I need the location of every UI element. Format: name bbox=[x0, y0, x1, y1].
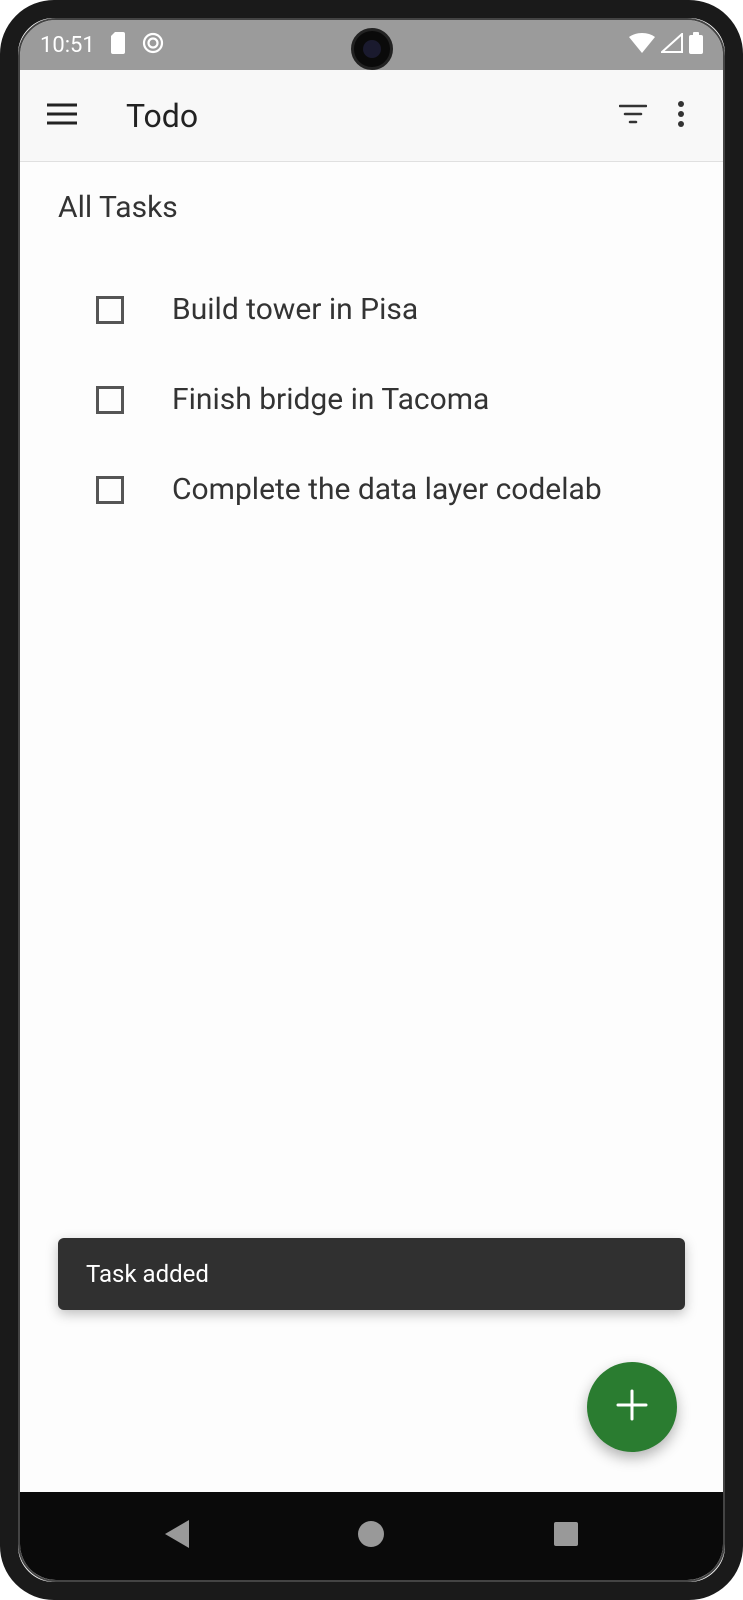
task-checkbox[interactable] bbox=[96, 476, 124, 504]
sd-card-icon bbox=[109, 32, 127, 58]
task-label: Complete the data layer codelab bbox=[172, 469, 602, 511]
home-button[interactable] bbox=[347, 1512, 395, 1560]
app-bar: Todo bbox=[20, 70, 723, 162]
task-checkbox[interactable] bbox=[96, 386, 124, 414]
hamburger-icon bbox=[47, 103, 77, 129]
battery-icon bbox=[689, 32, 703, 58]
task-checkbox[interactable] bbox=[96, 296, 124, 324]
filter-button[interactable] bbox=[609, 92, 657, 140]
back-triangle-icon bbox=[165, 1520, 189, 1552]
recent-square-icon bbox=[554, 1522, 578, 1550]
back-button[interactable] bbox=[153, 1512, 201, 1560]
recent-apps-button[interactable] bbox=[542, 1512, 590, 1560]
task-item[interactable]: Finish bridge in Tacoma bbox=[58, 355, 685, 445]
add-task-fab[interactable] bbox=[587, 1362, 677, 1452]
do-not-disturb-icon bbox=[141, 31, 165, 59]
more-options-button[interactable] bbox=[657, 92, 705, 140]
camera-notch bbox=[351, 28, 393, 70]
navigation-bar bbox=[20, 1492, 723, 1580]
more-vert-icon bbox=[677, 100, 685, 132]
task-item[interactable]: Complete the data layer codelab bbox=[58, 445, 685, 535]
section-title: All Tasks bbox=[58, 190, 685, 225]
snackbar-message: Task added bbox=[86, 1260, 209, 1288]
plus-icon bbox=[614, 1387, 650, 1427]
snackbar: Task added bbox=[58, 1238, 685, 1310]
task-label: Build tower in Pisa bbox=[172, 289, 418, 331]
task-item[interactable]: Build tower in Pisa bbox=[58, 265, 685, 355]
wifi-icon bbox=[629, 33, 655, 57]
menu-button[interactable] bbox=[38, 92, 86, 140]
filter-icon bbox=[619, 104, 647, 128]
home-circle-icon bbox=[357, 1520, 385, 1552]
status-time: 10:51 bbox=[40, 33, 95, 58]
signal-icon bbox=[661, 33, 683, 57]
task-label: Finish bridge in Tacoma bbox=[172, 379, 489, 421]
app-title: Todo bbox=[126, 97, 609, 135]
